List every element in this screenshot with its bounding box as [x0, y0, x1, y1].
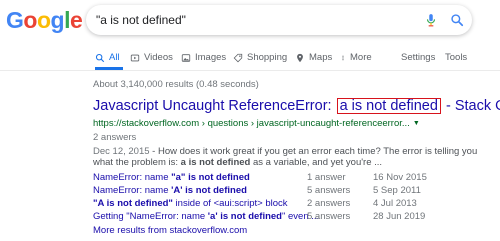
logo-letter: g	[50, 7, 65, 33]
logo-letter: G	[6, 7, 24, 33]
tab-label: More	[350, 52, 372, 63]
sub-result-date: 5 Sep 2011	[373, 185, 421, 196]
microphone-icon[interactable]	[424, 12, 438, 28]
link-bold: 'A' is not defined	[171, 185, 247, 196]
sub-result-date: 28 Jun 2019	[373, 211, 426, 222]
snippet-date: Dec 12, 2015	[93, 146, 150, 157]
tag-icon	[233, 53, 243, 63]
logo-letter: o	[36, 7, 51, 33]
tab-all[interactable]: All	[95, 53, 120, 64]
answers-count: 2 answers	[93, 132, 137, 143]
sub-result-answers: 5 answers	[307, 211, 351, 222]
logo-letter: e	[69, 7, 83, 33]
tab-label: Shopping	[247, 52, 288, 63]
result-snippet: Dec 12, 2015 - How does it work great if…	[93, 146, 488, 168]
sub-result-row: NameError: name "a" is not defined 1 ans…	[93, 172, 473, 184]
link-bold: 'a' is not defined	[207, 211, 282, 222]
tab-more[interactable]: More	[340, 53, 372, 64]
result-title-suffix: - Stack Ov...	[445, 98, 500, 114]
tab-label: All	[109, 52, 120, 63]
more-results-link[interactable]: More results from stackoverflow.com	[93, 225, 247, 236]
map-pin-icon	[297, 53, 303, 63]
google-logo[interactable]: Google	[6, 7, 83, 33]
search-input[interactable]: "a is not defined"	[96, 13, 186, 27]
sub-result-answers: 1 answer	[307, 172, 346, 183]
result-url-text: https://stackoverflow.com › questions › …	[93, 118, 410, 129]
tab-label: Maps	[309, 52, 333, 63]
sub-result-date: 4 Jul 2013	[373, 198, 417, 209]
sub-result-date: 16 Nov 2015	[373, 172, 427, 183]
highlighted-query-box: a is not defined	[336, 98, 441, 114]
link-bold: "A is not defined"	[93, 198, 173, 209]
sub-result-row: NameError: name 'A' is not defined 5 ans…	[93, 185, 473, 197]
sub-result-answers: 2 answers	[307, 198, 351, 209]
more-dots-icon	[342, 55, 344, 61]
search-box[interactable]: "a is not defined"	[86, 5, 472, 35]
logo-letter: o	[23, 7, 37, 33]
result-title-prefix: Javascript Uncaught ReferenceError:	[93, 98, 336, 114]
video-icon	[130, 54, 140, 62]
sub-result-link[interactable]: NameError: name 'A' is not defined	[93, 185, 247, 196]
tab-videos[interactable]: Videos	[130, 53, 173, 64]
sub-result-row: "A is not defined" inside of <aui:script…	[93, 198, 473, 210]
tab-label: Images	[195, 52, 227, 63]
result-url[interactable]: https://stackoverflow.com › questions › …	[93, 118, 420, 129]
tab-images[interactable]: Images	[181, 53, 226, 64]
sub-result-link[interactable]: Getting "NameError: name 'a' is not defi…	[93, 211, 319, 222]
link-text: inside of <aui:script> block	[172, 198, 288, 209]
link-text: NameError: name	[93, 185, 172, 196]
result-stats: About 3,140,000 results (0.48 seconds)	[93, 79, 259, 90]
tools-link[interactable]: Tools	[445, 53, 467, 64]
result-title-link[interactable]: Javascript Uncaught ReferenceError: a is…	[93, 98, 500, 115]
sub-result-answers: 5 answers	[307, 185, 351, 196]
snippet-bold: a is not defined	[180, 157, 251, 168]
link-bold: "a" is not defined	[171, 172, 250, 183]
tab-maps[interactable]: Maps	[295, 53, 332, 64]
settings-link[interactable]: Settings	[401, 53, 435, 64]
link-text: NameError: name	[93, 172, 172, 183]
tools-label: Tools	[445, 52, 468, 63]
sub-result-link[interactable]: NameError: name "a" is not defined	[93, 172, 250, 183]
search-icon[interactable]	[450, 13, 464, 27]
tab-label: Videos	[144, 52, 173, 63]
image-icon	[181, 54, 191, 62]
link-text: Getting "NameError: name	[93, 211, 208, 222]
snippet-text: as a variable, and yet you're ...	[250, 157, 383, 168]
tab-shopping[interactable]: Shopping	[233, 53, 287, 64]
settings-label: Settings	[401, 52, 436, 63]
sub-result-row: Getting "NameError: name 'a' is not defi…	[93, 211, 473, 223]
sub-result-link[interactable]: "A is not defined" inside of <aui:script…	[93, 198, 288, 209]
dropdown-arrow-icon[interactable]: ▼	[413, 120, 420, 127]
search-icon	[95, 53, 105, 63]
divider	[0, 70, 500, 71]
